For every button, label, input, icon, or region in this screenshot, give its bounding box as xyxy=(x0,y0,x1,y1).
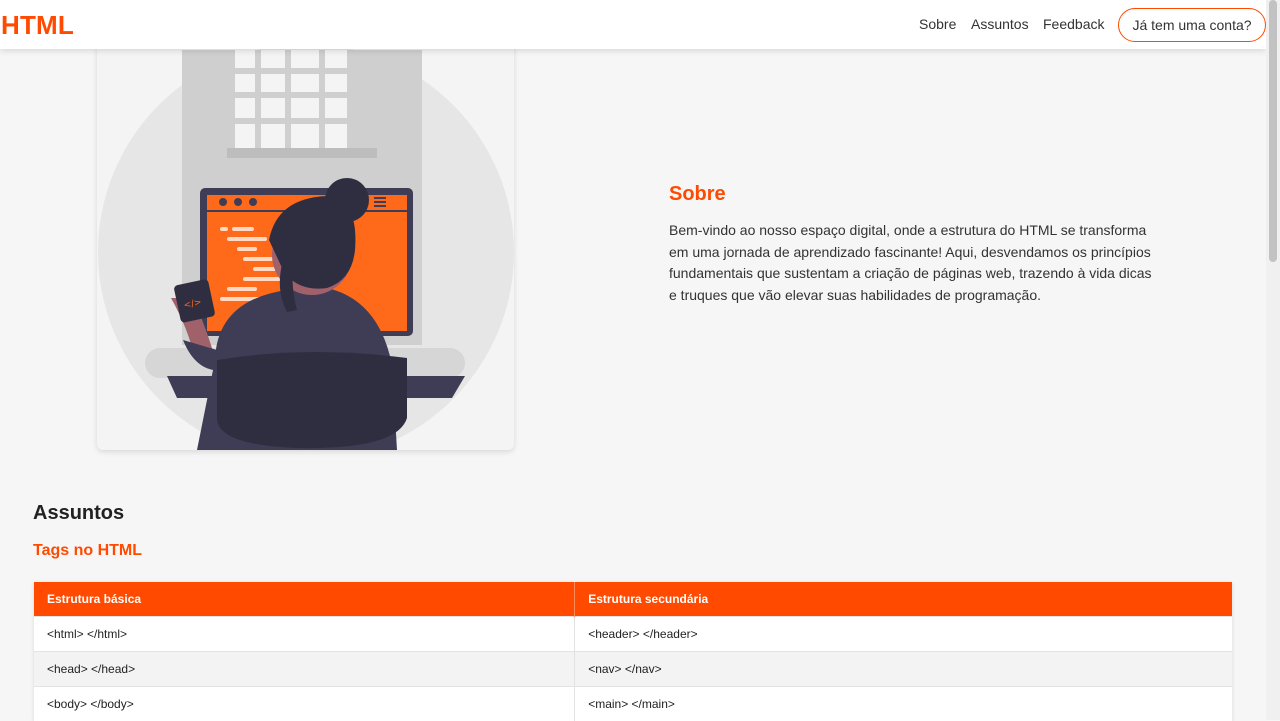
table-cell: <main> </main> xyxy=(575,687,1232,721)
nav-link-assuntos[interactable]: Assuntos xyxy=(971,16,1029,32)
programmer-illustration: </> xyxy=(97,30,514,450)
table-cell: <body> </body> xyxy=(34,687,575,721)
tags-subtitle: Tags no HTML xyxy=(33,542,142,560)
topics-title: Assuntos xyxy=(33,502,124,525)
nav-link-feedback[interactable]: Feedback xyxy=(1043,16,1104,32)
login-button[interactable]: Já tem uma conta? xyxy=(1118,8,1266,42)
table-header-cell: Estrutura secundária xyxy=(575,582,1232,617)
table-row: <head> </head> <nav> </nav> xyxy=(34,652,1232,687)
tags-table: Estrutura básica Estrutura secundária <h… xyxy=(34,582,1232,721)
table-header-cell: Estrutura básica xyxy=(34,582,575,617)
table-cell: <head> </head> xyxy=(34,652,575,687)
about-title: Sobre xyxy=(669,183,1159,206)
scrollbar-thumb[interactable] xyxy=(1269,0,1277,262)
table-row: <body> </body> <main> </main> xyxy=(34,687,1232,721)
brand-logo[interactable]: HTML xyxy=(1,10,74,41)
illustration-card: </> xyxy=(97,30,514,450)
about-text: Bem-vindo ao nosso espaço digital, onde … xyxy=(669,220,1159,306)
table-cell: <nav> </nav> xyxy=(575,652,1232,687)
table-cell: <html> </html> xyxy=(34,617,575,652)
table-row: <html> </html> <header> </header> xyxy=(34,617,1232,652)
nav-link-sobre[interactable]: Sobre xyxy=(919,16,956,32)
about-section: Sobre Bem-vindo ao nosso espaço digital,… xyxy=(669,183,1159,306)
table-header-row: Estrutura básica Estrutura secundária xyxy=(34,582,1232,617)
table-cell: <header> </header> xyxy=(575,617,1232,652)
top-navbar: HTML Sobre Assuntos Feedback Já tem uma … xyxy=(0,0,1266,49)
vertical-scrollbar[interactable] xyxy=(1266,0,1280,720)
